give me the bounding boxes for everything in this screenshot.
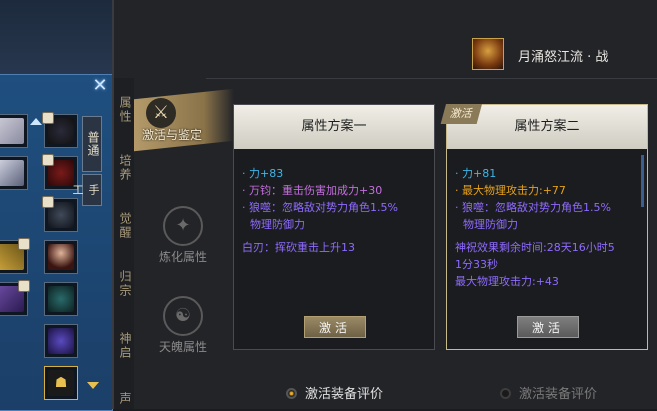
tab-attributes[interactable]: 属性 xyxy=(114,92,134,124)
attr-line: 神祝效果剩余时间:28天16小时5 xyxy=(455,241,615,254)
radio-unchecked-icon xyxy=(500,388,511,399)
scroll-up-icon[interactable] xyxy=(30,118,42,125)
nav-item-activate-appraise[interactable]: 激活与鉴定 xyxy=(142,126,202,143)
activate-button-1[interactable]: 激活 xyxy=(304,316,366,338)
inventory-slot[interactable] xyxy=(42,196,78,232)
nav-item-soul[interactable]: ☯ 天魄属性 xyxy=(138,296,228,355)
tab-divine[interactable]: 神启 xyxy=(114,328,134,360)
attr-line: · 最大物理攻击力:+77 xyxy=(455,184,566,197)
inventory-slot[interactable] xyxy=(44,324,78,358)
scheme-title: 属性方案一 xyxy=(234,105,434,149)
lock-icon xyxy=(42,154,54,166)
attr-line: 最大物理攻击力:+43 xyxy=(455,275,559,288)
lock-icon xyxy=(18,280,30,292)
attr-line: 物理防御力 xyxy=(250,218,305,231)
scroll-down-icon[interactable] xyxy=(87,382,99,389)
character-portrait-icon xyxy=(472,38,504,70)
attr-line: · 力+83 xyxy=(242,167,284,180)
character-name: 月涌怒江流 · 战 xyxy=(518,50,609,65)
nav-item-refine[interactable]: ✦ 炼化属性 xyxy=(138,206,228,265)
attr-line: 白刃：挥砍重击上升13 xyxy=(242,241,355,254)
scheme-card-1: 属性方案一 · 力+83 · 万钧：重击伤害加成力+30 · 狼噬：忽略敌对势力… xyxy=(233,104,435,350)
refine-icon: ✦ xyxy=(163,206,203,246)
inventory-tab-normal[interactable]: 普通 xyxy=(82,116,102,172)
inventory-slot[interactable] xyxy=(42,112,78,148)
attr-line: · 狼噬：忽略敌对势力角色1.5% xyxy=(455,201,611,214)
header-divider xyxy=(206,78,657,79)
active-corner-tag: 激活 xyxy=(440,104,482,124)
activate-appraise-icon: ⚔ xyxy=(146,98,176,128)
activate-button-2[interactable]: 激活 xyxy=(517,316,579,338)
inventory-slot[interactable] xyxy=(0,280,30,316)
tab-voice[interactable]: 声 xyxy=(114,388,134,406)
inventory-slot[interactable] xyxy=(44,240,78,274)
lock-icon xyxy=(42,112,54,124)
scheme-card-2: 属性方案二 激活 · 力+81 · 最大物理攻击力:+77 · 狼噬：忽略敌对势… xyxy=(440,104,648,350)
inventory-slot[interactable] xyxy=(0,114,28,148)
lock-icon xyxy=(42,196,54,208)
tab-return[interactable]: 归宗 xyxy=(114,266,134,298)
attr-line: · 万钧：重击伤害加成力+30 xyxy=(242,184,383,197)
close-icon[interactable]: ✕ xyxy=(90,76,110,96)
lock-icon xyxy=(18,238,30,250)
tab-awaken[interactable]: 觉醒 xyxy=(114,208,134,240)
inventory-slot[interactable] xyxy=(44,282,78,316)
inventory-tab-craft[interactable]: 手工 xyxy=(71,174,102,206)
radio-activate-rating-1[interactable]: 激活装备评价 xyxy=(286,383,383,402)
attr-line: · 力+81 xyxy=(455,167,497,180)
attr-line: · 狼噬：忽略敌对势力角色1.5% xyxy=(242,201,398,214)
inventory-slot[interactable] xyxy=(0,156,28,190)
tab-cultivate[interactable]: 培养 xyxy=(114,150,134,182)
inventory-slot[interactable] xyxy=(0,238,30,274)
inventory-slot[interactable]: ☗ xyxy=(44,366,78,400)
radio-checked-icon xyxy=(286,388,297,399)
scheme-attributes: · 力+83 · 万钧：重击伤害加成力+30 · 狼噬：忽略敌对势力角色1.5%… xyxy=(242,165,426,256)
attr-line: 1分33秒 xyxy=(455,258,498,271)
soul-icon: ☯ xyxy=(163,296,203,336)
attr-line: 物理防御力 xyxy=(463,218,518,231)
scrollbar[interactable] xyxy=(641,155,644,207)
radio-activate-rating-2[interactable]: 激活装备评价 xyxy=(500,383,597,402)
scheme-attributes: · 力+81 · 最大物理攻击力:+77 · 狼噬：忽略敌对势力角色1.5% 物… xyxy=(455,165,639,290)
